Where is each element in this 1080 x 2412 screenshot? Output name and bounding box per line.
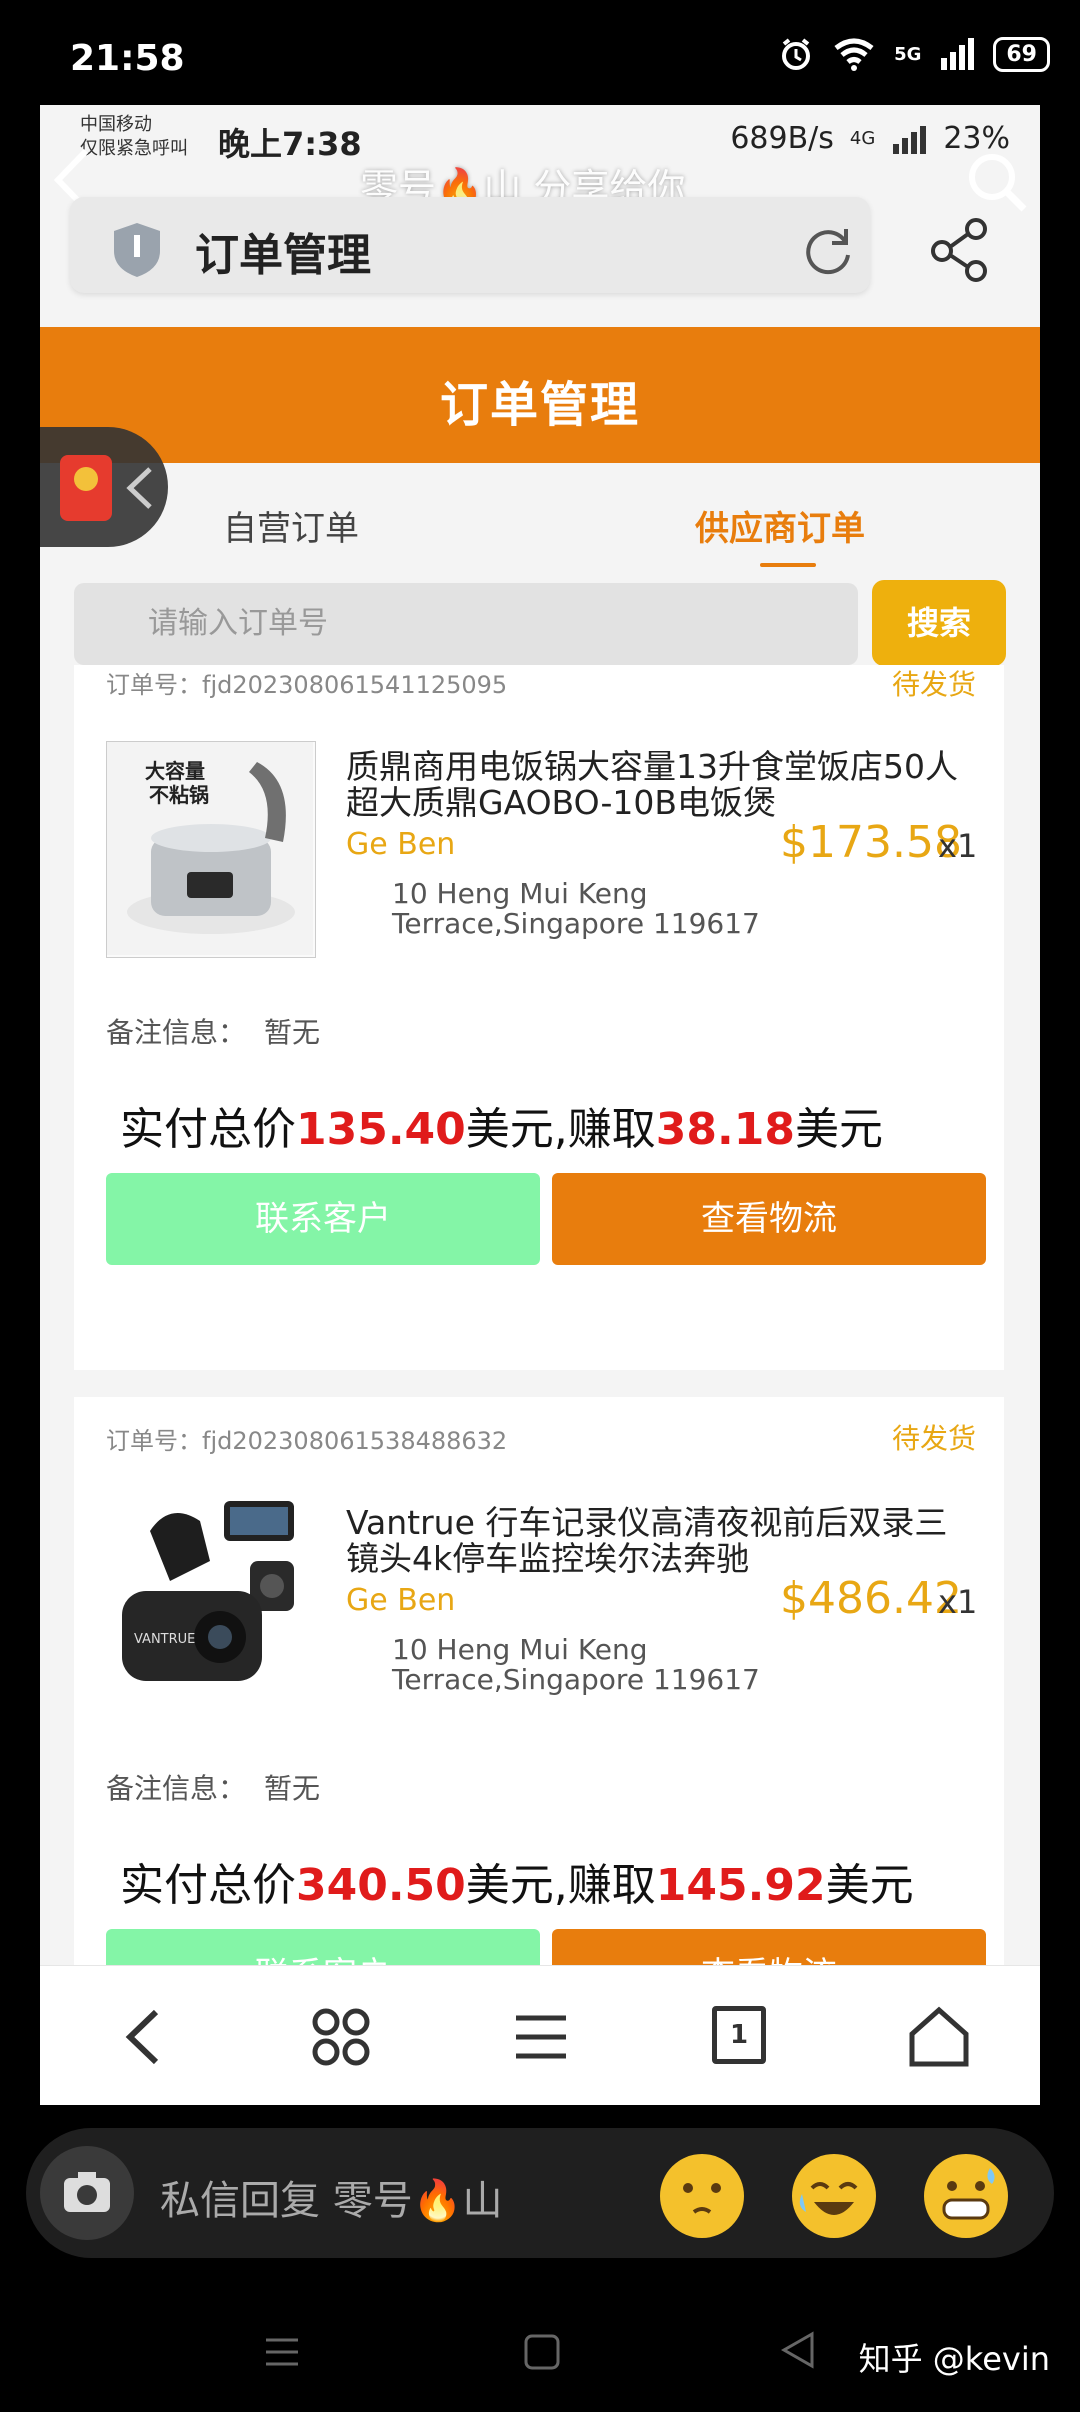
shield-icon (114, 223, 160, 277)
total-amount: 135.40 (296, 1104, 466, 1155)
browser-address-bar[interactable]: 订单管理 (70, 197, 870, 293)
total-prefix: 实付总价 (120, 1860, 296, 1911)
tab-count: 1 (712, 2006, 766, 2064)
tabs-icon[interactable]: 1 (706, 2002, 776, 2072)
address-line-2: Terrace,Singapore 119617 (392, 907, 760, 940)
alarm-icon (782, 38, 811, 70)
watermark: 知乎 @kevin (858, 2340, 1050, 2378)
shipping-address: 10 Heng Mui Keng Terrace,Singapore 11961… (392, 1635, 792, 1695)
order-search-input[interactable]: 请输入订单号 (74, 583, 858, 665)
total-amount: 340.50 (296, 1860, 466, 1911)
search-button[interactable]: 搜索 (872, 580, 1006, 666)
emoji-icon[interactable] (924, 2154, 1008, 2238)
order-status: 待发货 (891, 1422, 976, 1455)
emoji-icon[interactable] (792, 2154, 876, 2238)
nav-back-icon[interactable] (110, 2002, 180, 2072)
svg-text:大容量: 大容量 (145, 759, 205, 783)
order-number: 订单号：fjd202308061541125095 (106, 671, 508, 699)
menu-icon[interactable] (506, 2002, 576, 2072)
product-quantity: x1 (938, 1583, 978, 1621)
reply-bar: 私信回复 零号🔥山 (26, 2128, 1054, 2258)
remark-value: 暂无 (264, 1016, 321, 1049)
shipping-address: 10 Heng Mui Keng Terrace,Singapore 11961… (392, 879, 792, 939)
apps-icon[interactable] (306, 2002, 376, 2072)
network-type: 5G (894, 43, 922, 65)
outer-status-icons: 5G 69 (778, 36, 1050, 72)
reload-icon[interactable] (800, 221, 856, 277)
page-title: 订单管理 (439, 377, 640, 433)
inner-clock: 晚上7:38 (218, 125, 362, 163)
carrier-line-1: 中国移动 (80, 114, 152, 135)
total-suffix: 美元 (794, 1104, 883, 1155)
address-line-1: 10 Heng Mui Keng (392, 1633, 648, 1666)
address-line-2: Terrace,Singapore 119617 (392, 1663, 760, 1696)
total-summary: 实付总价135.40美元,赚取38.18美元 (120, 1093, 883, 1157)
camera-button[interactable] (40, 2146, 134, 2240)
total-summary: 实付总价340.50美元,赚取145.92美元 (120, 1849, 914, 1913)
sys-menu-icon[interactable] (262, 2332, 302, 2372)
browser-title: 订单管理 (195, 230, 371, 281)
page-header: 订单管理 (40, 327, 1040, 463)
order-card: 订单号：fjd202308061541125095 待发货 大容量 不粘锅 质鼎… (74, 665, 1004, 1370)
product-price: $173.58 (780, 817, 962, 868)
product-name[interactable]: 质鼎商用电饭锅大容量13升食堂饭店50人超大质鼎GAOBO-10B电饭煲 (346, 749, 976, 821)
dashcam-image: VANTRUE (100, 1491, 322, 1715)
inner-net-type: 4G (849, 128, 876, 149)
home-icon[interactable] (904, 2002, 974, 2072)
remark-label: 备注信息： (106, 1772, 247, 1805)
order-status: 待发货 (891, 668, 976, 701)
product-thumbnail[interactable]: VANTRUE (100, 1491, 322, 1715)
product-quantity: x1 (938, 827, 978, 865)
outer-status-bar: 21:58 5G 69 (0, 0, 1080, 105)
product-name[interactable]: Vantrue 行车记录仪高清夜视前后双录三镜头4k停车监控埃尔法奔驰 (346, 1505, 976, 1577)
customer-name: Ge Ben (346, 827, 456, 862)
wifi-icon (834, 38, 874, 71)
reply-input[interactable]: 私信回复 零号🔥山 (160, 2168, 503, 2226)
camera-icon (64, 2172, 110, 2212)
search-icon[interactable] (962, 147, 1032, 217)
shared-screenshot: 中国移动 仅限紧急呼叫 晚上7:38 689B/s 4G 23% 零号🔥山 分享… (40, 105, 1040, 2105)
chevron-left-icon[interactable] (122, 463, 158, 513)
red-packet-seal (74, 467, 98, 491)
rice-cooker-image: 大容量 不粘锅 (107, 742, 313, 955)
sys-back-icon[interactable] (778, 2330, 818, 2370)
tab-self-orders[interactable]: 自营订单 (223, 501, 359, 550)
total-suffix: 美元 (825, 1860, 914, 1911)
view-logistics-button[interactable]: 查看物流 (552, 1173, 986, 1265)
svg-text:不粘锅: 不粘锅 (149, 783, 209, 807)
order-card: 订单号：fjd202308061538488632 待发货 VANTRUE Va… (74, 1397, 1004, 2027)
contact-customer-button[interactable]: 联系客户 (106, 1173, 540, 1265)
total-mid: 美元,赚取 (465, 1860, 656, 1911)
remark-label: 备注信息： (106, 1016, 247, 1049)
total-mid: 美元,赚取 (465, 1104, 656, 1155)
customer-name: Ge Ben (346, 1583, 456, 1618)
emoji-icon[interactable] (660, 2154, 744, 2238)
order-tabs: 自营订单 供应商订单 (40, 463, 1040, 583)
carrier-line-2: 仅限紧急呼叫 (80, 138, 188, 159)
active-tab-indicator (760, 563, 816, 567)
earn-amount: 145.92 (655, 1860, 826, 1911)
total-prefix: 实付总价 (120, 1104, 296, 1155)
signal-icon (941, 38, 975, 70)
remark-value: 暂无 (264, 1772, 321, 1805)
sys-home-icon[interactable] (522, 2332, 562, 2372)
browser-bottom-nav: 1 (40, 1965, 1040, 2105)
tab-supplier-orders[interactable]: 供应商订单 (695, 501, 865, 550)
svg-text:VANTRUE: VANTRUE (134, 1632, 195, 1647)
outer-clock: 21:58 (70, 38, 185, 79)
battery-icon: 69 (993, 36, 1050, 72)
carrier-info: 中国移动 仅限紧急呼叫 (80, 113, 188, 161)
order-number: 订单号：fjd202308061538488632 (106, 1427, 508, 1455)
inner-signal-icon (893, 125, 927, 154)
earn-amount: 38.18 (655, 1104, 795, 1155)
net-speed: 689B/s (730, 121, 834, 156)
share-icon[interactable] (928, 217, 992, 283)
product-thumbnail[interactable]: 大容量 不粘锅 (106, 741, 316, 958)
product-price: $486.42 (780, 1573, 962, 1624)
address-line-1: 10 Heng Mui Keng (392, 877, 648, 910)
